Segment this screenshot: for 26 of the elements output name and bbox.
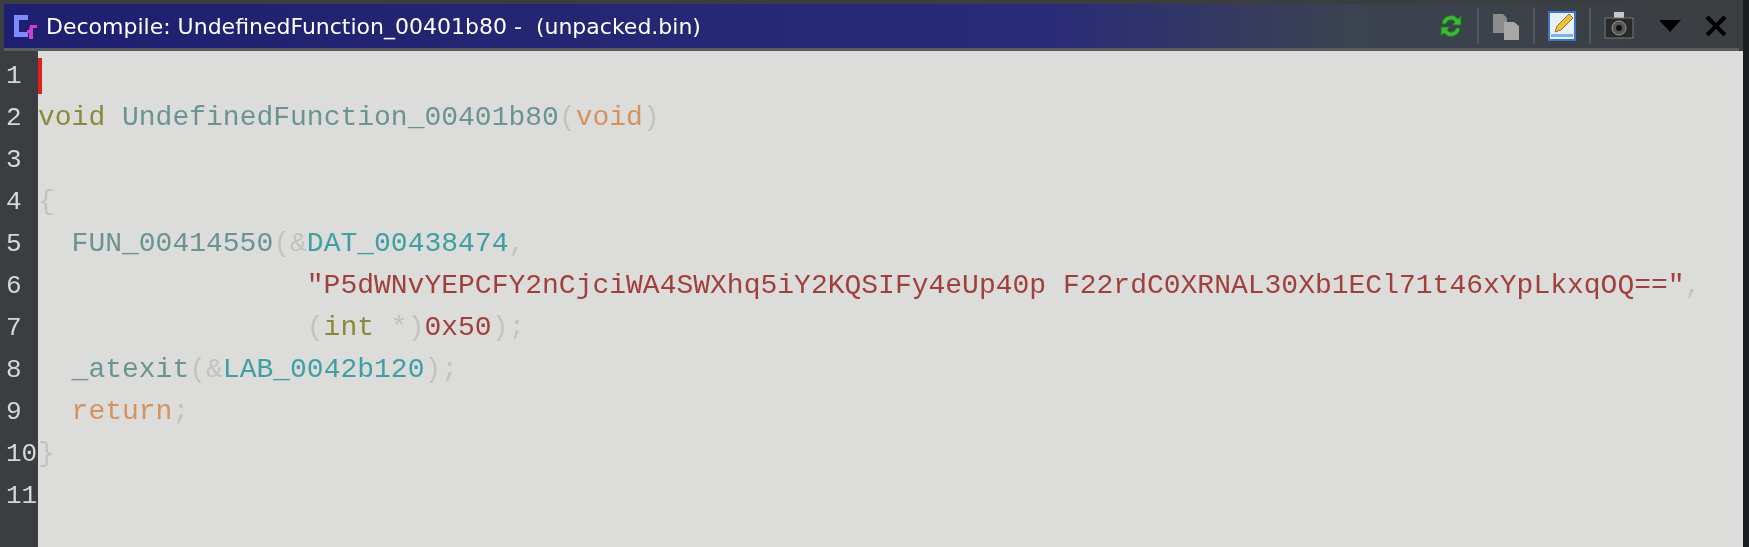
code-line: FUN_00414550(&DAT_00438474, [71, 227, 526, 261]
copy-icon [1491, 11, 1521, 41]
edit-icon [1547, 10, 1577, 42]
window-title: Decompile: UndefinedFunction_00401b80 - (unpacked.bin) [46, 13, 701, 39]
camera-icon [1603, 10, 1635, 42]
code-line: return; [71, 395, 190, 429]
line-number: 1 [5, 60, 23, 93]
line-number: 10 [5, 438, 38, 471]
line-number: 11 [5, 480, 38, 513]
code-line: "P5dWNvYEPCFY2nCjciWA4SWXhq5iY2KQSIFy4eUp40p F22rdC0XRNAL30Xb1ECl71t46xYpLkxqOQ==", [306, 269, 1702, 303]
line-number: 4 [5, 186, 23, 219]
code-line: { [38, 185, 55, 219]
line-number: 6 [5, 270, 23, 303]
code-line: void UndefinedFunction_00401b80(void) [38, 101, 660, 135]
close-icon [1705, 15, 1727, 37]
line-number: 3 [5, 144, 23, 177]
line-number: 5 [5, 228, 23, 261]
line-number: 8 [5, 354, 23, 387]
line-number: 7 [5, 312, 23, 345]
caret-icon [1659, 20, 1681, 32]
code-editor[interactable]: void UndefinedFunction_00401b80(void) { FUN_00414550(&DAT_00438474, "P5dWNvYEPCFY2nCjciWA4SWXhq5iY2KQSIFy4eUp40p F22rdC0XRNAL30Xb1ECl71t46xYpLkxqOQ==", (int *)0x50); _atexit(&LAB_0042b120); return; } [38, 51, 1743, 547]
code-line: } [38, 437, 55, 471]
code-line: (int *)0x50); [306, 311, 526, 345]
code-line: _atexit(&LAB_0042b120); [71, 353, 459, 387]
line-number: 9 [5, 396, 23, 429]
line-number: 2 [5, 102, 23, 135]
